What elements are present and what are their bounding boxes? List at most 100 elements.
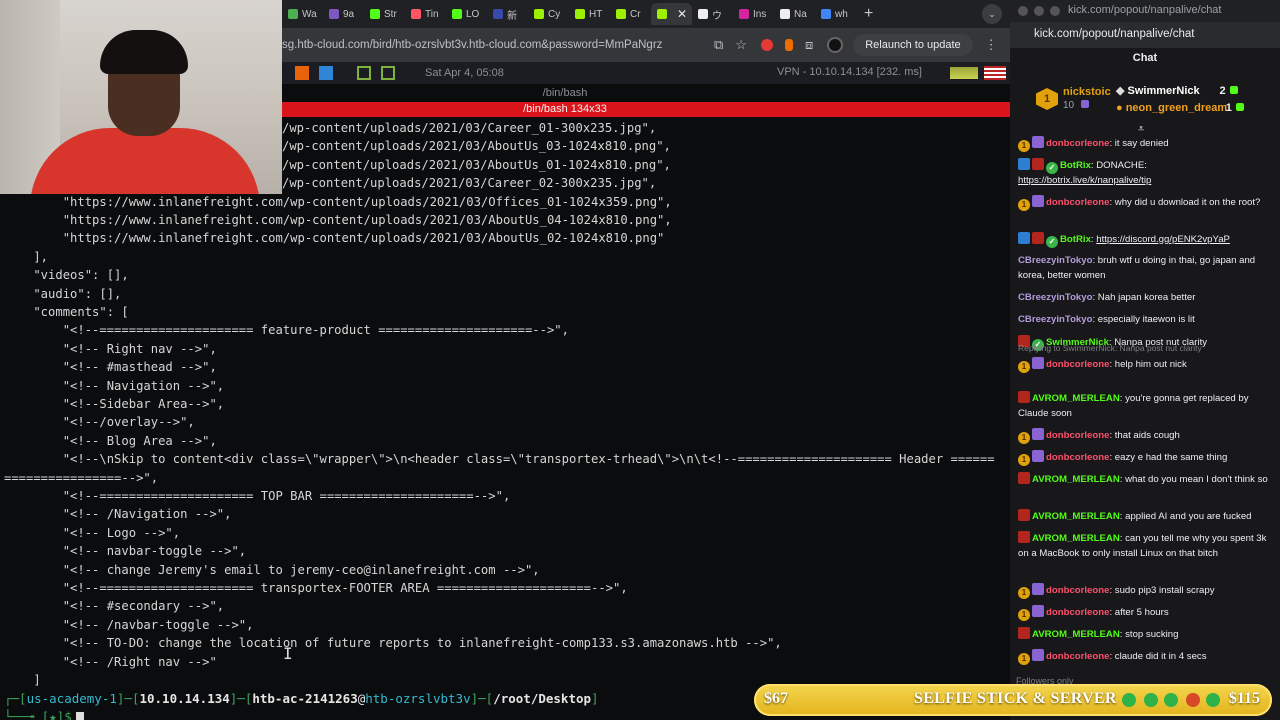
subscriber-badge-icon (1032, 232, 1044, 244)
terminal-line: "<!-- /Navigation -->", (4, 507, 232, 522)
extension-icon[interactable] (760, 39, 773, 51)
extension-icon[interactable] (784, 39, 793, 51)
cast-icon[interactable]: ⧉ (714, 37, 723, 53)
webcam-person-shirt (30, 128, 260, 194)
chat-link[interactable]: https://discord.gg/pENK2vpYaP (1096, 234, 1230, 245)
bot-badge-icon (1018, 232, 1030, 244)
browser-tab[interactable]: Na (774, 3, 815, 25)
browser-tab[interactable]: ウ (692, 3, 733, 25)
window-icon[interactable] (381, 66, 395, 80)
chat-username[interactable]: donbcorleone (1046, 138, 1109, 149)
url-field[interactable]: sg.htb-cloud.com/bird/htb-ozrslvbt3v.htb… (282, 39, 702, 51)
chat-username[interactable]: CBreezyinTokyo (1018, 255, 1092, 266)
chat-message: AVROM_MERLEAN: what do you mean I don't … (1018, 472, 1274, 488)
browser-tab[interactable]: Cr (610, 3, 651, 25)
browser-tab[interactable]: Ins (733, 3, 774, 25)
chat-text: : what do you mean I don't think so (1119, 474, 1268, 485)
terminal-icon[interactable] (357, 66, 371, 80)
browser-tab[interactable]: 新 (487, 3, 528, 25)
tab-favicon-icon (411, 9, 421, 19)
chat-username[interactable]: AVROM_MERLEAN (1032, 533, 1120, 544)
chat-username[interactable]: AVROM_MERLEAN (1032, 393, 1120, 404)
profile-avatar[interactable] (827, 37, 844, 53)
browser-tab[interactable]: ✕ (651, 3, 692, 25)
tab-favicon-icon (452, 9, 462, 19)
chat-username[interactable]: AVROM_MERLEAN (1032, 511, 1120, 522)
relaunch-button[interactable]: Relaunch to update (853, 34, 973, 56)
terminal-line: /wp-content/uploads/2021/03/Career_01-30… (282, 121, 657, 135)
chat-text: : after 5 hours (1109, 607, 1169, 618)
chat-username[interactable]: AVROM_MERLEAN (1032, 629, 1120, 640)
close-tab-icon[interactable]: ✕ (677, 7, 687, 21)
tab-search-button[interactable]: ⌄ (982, 4, 1002, 24)
chat-username[interactable]: CBreezyinTokyo (1018, 314, 1092, 325)
shell-prompt-input[interactable]: └──╼ [★]$ (4, 709, 84, 720)
window-title: kick.com/popout/nanpalive/chat (1068, 4, 1222, 16)
extensions-puzzle-icon[interactable]: ⧈ (805, 37, 813, 53)
chat-username[interactable]: BotRix (1060, 234, 1091, 245)
browser-tab[interactable]: Wa (282, 3, 323, 25)
chat-username[interactable]: donbcorleone (1046, 585, 1109, 596)
og-badge-icon (1032, 357, 1044, 369)
text-cursor-icon: I (283, 644, 293, 663)
og-badge-icon (1032, 195, 1044, 207)
minimize-window-button[interactable] (1034, 6, 1044, 16)
gem-icon (1235, 103, 1244, 111)
leader-name[interactable]: nickstoic (1063, 86, 1111, 98)
chat-username[interactable]: donbcorleone (1046, 607, 1109, 618)
close-window-button[interactable] (1018, 6, 1028, 16)
browser-tab[interactable]: Str (364, 3, 405, 25)
browser-tab[interactable]: wh (815, 3, 856, 25)
medal-icon: ● (1116, 102, 1126, 114)
leaderboard-row[interactable]: ◆ SwimmerNick 2 (1116, 84, 1238, 97)
menu-kebab-icon[interactable]: ⋮ (985, 37, 998, 53)
subscriber-badge-icon (1018, 391, 1030, 403)
chat-username[interactable]: AVROM_MERLEAN (1032, 474, 1120, 485)
gem-icon (1080, 100, 1089, 108)
og-badge-icon (1032, 428, 1044, 440)
prompt-ip: 10.10.14.134 (139, 691, 230, 706)
tab-favicon-icon (616, 9, 626, 19)
leaderboard-name: neon_green_dream (1125, 102, 1228, 114)
chat-username[interactable]: BotRix (1060, 160, 1091, 171)
subscriber-badge-icon (1018, 627, 1030, 639)
leaderboard-row[interactable]: ● neon_green_dream1 (1116, 102, 1244, 114)
tab-favicon-icon (821, 9, 831, 19)
new-tab-button[interactable]: + (864, 5, 873, 23)
chat-link[interactable]: https://botrix.live/k/nanpalive/tip (1018, 175, 1151, 186)
og-badge-icon (1032, 649, 1044, 661)
terminal-output[interactable]: /wp-content/uploads/2021/03/Career_01-30… (0, 118, 1010, 720)
chat-username[interactable]: CBreezyinTokyo (1018, 292, 1092, 303)
collapse-icon[interactable]: ⩡ (1138, 123, 1144, 136)
zoom-window-button[interactable] (1050, 6, 1060, 16)
browser-tab[interactable]: Tin (405, 3, 446, 25)
terminal-line: "<!-- #masthead -->", (4, 360, 217, 375)
chat-username[interactable]: donbcorleone (1046, 359, 1109, 370)
browser-tab[interactable]: Cy (528, 3, 569, 25)
chat-username[interactable]: donbcorleone (1046, 197, 1109, 208)
bookmark-star-icon[interactable]: ☆ (735, 37, 747, 53)
tab-label: wh (835, 8, 848, 20)
chat-text: : especially itaewon is lit (1092, 314, 1195, 325)
gift-badge-icon: 1 (1018, 653, 1030, 665)
browser-tab[interactable]: LO (446, 3, 487, 25)
prompt-user: us-academy-1 (26, 691, 117, 706)
chat-username[interactable]: donbcorleone (1046, 430, 1109, 441)
terminal-line: /wp-content/uploads/2021/03/AboutUs_01-1… (282, 157, 671, 172)
files-icon[interactable] (319, 66, 333, 80)
chat-message: AVROM_MERLEAN: can you tell me why you s… (1018, 531, 1274, 562)
subscriber-badge-icon (1018, 472, 1030, 484)
chat-username[interactable]: donbcorleone (1046, 452, 1109, 463)
cpu-meter (950, 67, 978, 79)
terminal-line: "https://www.inlanefreight.com/wp-conten… (4, 231, 665, 246)
chat-url-field[interactable]: kick.com/popout/nanpalive/chat (1010, 22, 1280, 48)
app-menu-icon[interactable] (295, 66, 309, 80)
og-badge-icon (1032, 605, 1044, 617)
tab-favicon-icon (493, 9, 503, 19)
chat-message: CBreezyinTokyo: especially itaewon is li… (1018, 313, 1274, 328)
flag-icon (984, 66, 1006, 80)
browser-tab[interactable]: 9a (323, 3, 364, 25)
chat-username[interactable]: donbcorleone (1046, 651, 1109, 662)
browser-tab[interactable]: HT (569, 3, 610, 25)
shell-prompt: ┌─[us-academy-1]─[10.10.14.134]─[htb-ac-… (4, 691, 599, 706)
